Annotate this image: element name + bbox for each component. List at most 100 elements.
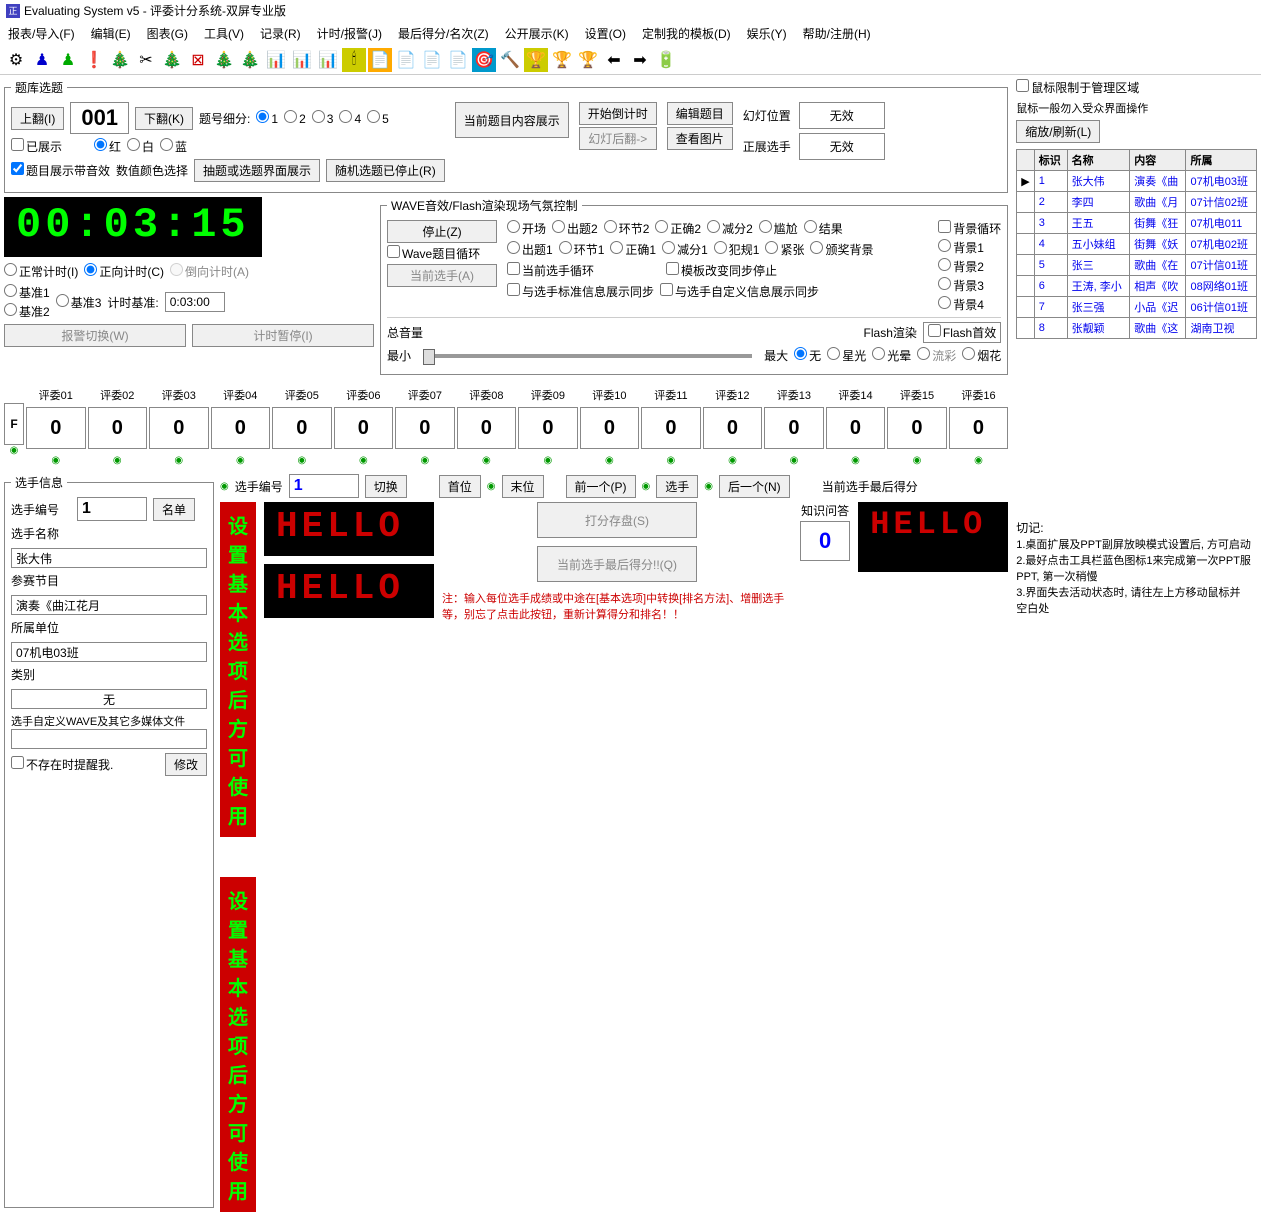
select-button[interactable]: 选手 <box>656 475 698 498</box>
alarm-button[interactable]: 报警切换(W) <box>4 324 186 347</box>
detail-opt[interactable]: 4 <box>339 110 361 126</box>
view-picture-button[interactable]: 查看图片 <box>667 127 733 150</box>
wave-opt[interactable]: 犯规1 <box>714 241 760 258</box>
menu-item[interactable]: 工具(V) <box>200 23 248 44</box>
judge-score[interactable]: 0 <box>764 407 824 449</box>
menu-item[interactable]: 计时/报警(J) <box>313 23 386 44</box>
detail-opt[interactable]: 1 <box>256 110 278 126</box>
menu-item[interactable]: 娱乐(Y) <box>743 23 791 44</box>
mid-player-no-input[interactable] <box>289 474 359 498</box>
bg4[interactable]: 背景4 <box>938 296 1001 313</box>
tool-icon[interactable]: ♟ <box>30 48 54 72</box>
table-row[interactable]: 7张三强小品《迟06计信01班 <box>1017 297 1257 318</box>
tool-icon[interactable]: 🏆 <box>550 48 574 72</box>
base1[interactable]: 基准1 <box>4 284 50 301</box>
shown-checkbox[interactable]: 已展示 <box>11 138 62 155</box>
flash-opt[interactable]: 无 <box>794 347 821 364</box>
prev-button[interactable]: 前一个(P) <box>566 475 636 498</box>
tool-icon[interactable]: ❗ <box>82 48 106 72</box>
tool-icon[interactable]: 📄 <box>420 48 444 72</box>
wave-opt[interactable]: 正确1 <box>610 241 656 258</box>
flash-opt[interactable]: 光晕 <box>872 347 911 364</box>
table-row[interactable]: 5张三歌曲《在07计信01班 <box>1017 255 1257 276</box>
stop-button[interactable]: 停止(Z) <box>387 220 497 243</box>
detail-opt[interactable]: 2 <box>284 110 306 126</box>
arrow-left-icon[interactable]: ⬅ <box>602 48 626 72</box>
table-row[interactable]: 6王涛, 李小相声《吹08网络01班 <box>1017 276 1257 297</box>
player-unit-input[interactable] <box>11 642 207 662</box>
judge-score[interactable]: 0 <box>149 407 209 449</box>
menu-item[interactable]: 记录(R) <box>256 23 305 44</box>
judge-score[interactable]: 0 <box>211 407 271 449</box>
color-white[interactable]: 白 <box>127 138 154 155</box>
timer-normal[interactable]: 正常计时(I) <box>4 263 78 280</box>
tool-icon[interactable]: 🕯 <box>342 48 366 72</box>
zoom-refresh-button[interactable]: 缩放/刷新(L) <box>1016 120 1100 143</box>
next-button[interactable]: 后一个(N) <box>719 475 790 498</box>
last-button[interactable]: 末位 <box>502 475 544 498</box>
player-item-input[interactable] <box>11 595 207 615</box>
pause-button[interactable]: 计时暂停(I) <box>192 324 374 347</box>
wave-opt[interactable]: 结果 <box>804 220 843 237</box>
wave-opt[interactable]: 紧张 <box>765 241 804 258</box>
tool-icon[interactable]: 🏆 <box>576 48 600 72</box>
judge-score[interactable]: 0 <box>334 407 394 449</box>
tpl-stop-checkbox[interactable]: 模板改变同步停止 <box>666 262 777 279</box>
menu-item[interactable]: 图表(G) <box>143 23 192 44</box>
wave-opt[interactable]: 出题2 <box>552 220 598 237</box>
noexist-checkbox[interactable]: 不存在时提醒我. <box>11 756 113 773</box>
menu-item[interactable]: 帮助/注册(H) <box>799 23 875 44</box>
tool-icon[interactable]: 🎄 <box>212 48 236 72</box>
color-red[interactable]: 红 <box>94 138 121 155</box>
timer-reverse[interactable]: 倒向计时(A) <box>170 263 249 280</box>
judge-score[interactable]: 0 <box>826 407 886 449</box>
judge-score[interactable]: 0 <box>703 407 763 449</box>
tool-icon[interactable]: 📊 <box>264 48 288 72</box>
tool-icon[interactable]: 🎄 <box>238 48 262 72</box>
table-row[interactable]: 8张靓颖歌曲《这湖南卫视 <box>1017 318 1257 339</box>
cur-loop-checkbox[interactable]: 当前选手循环 <box>507 262 594 279</box>
judge-score[interactable]: 0 <box>26 407 86 449</box>
current-question-button[interactable]: 当前题目内容展示 <box>455 102 569 138</box>
tool-icon[interactable]: ⚙ <box>4 48 28 72</box>
menu-item[interactable]: 公开展示(K) <box>501 23 573 44</box>
current-player-button[interactable]: 当前选手(A) <box>387 264 497 287</box>
tool-icon[interactable]: 🎄 <box>160 48 184 72</box>
judge-score[interactable]: 0 <box>88 407 148 449</box>
bg-loop-checkbox[interactable]: 背景循环 <box>938 220 1001 237</box>
random-button[interactable]: 随机选题已停止(R) <box>326 159 445 182</box>
page-down-button[interactable]: 下翻(K) <box>135 107 193 130</box>
list-button[interactable]: 名单 <box>153 498 195 521</box>
table-row[interactable]: 4五小妹组街舞《妖07机电02班 <box>1017 234 1257 255</box>
judge-score[interactable]: 0 <box>457 407 517 449</box>
modify-button[interactable]: 修改 <box>165 753 207 776</box>
tool-icon[interactable]: 📊 <box>316 48 340 72</box>
judge-score[interactable]: 0 <box>518 407 578 449</box>
wave-opt[interactable]: 颁奖背景 <box>810 241 873 258</box>
tool-icon[interactable]: 🎯 <box>472 48 496 72</box>
menu-item[interactable]: 定制我的模板(D) <box>638 23 735 44</box>
bg3[interactable]: 背景3 <box>938 277 1001 294</box>
sync2-checkbox[interactable]: 与选手自定义信息展示同步 <box>660 283 819 300</box>
custom-wave-input[interactable] <box>11 729 207 749</box>
final-score-button[interactable]: 当前选手最后得分!!(Q) <box>537 546 697 582</box>
detail-opt[interactable]: 5 <box>367 110 389 126</box>
tool-icon[interactable]: 🔨 <box>498 48 522 72</box>
flash-opt[interactable]: 烟花 <box>962 347 1001 364</box>
base2[interactable]: 基准2 <box>4 303 50 320</box>
flash-opt[interactable]: 星光 <box>827 347 866 364</box>
effect-checkbox[interactable]: 题目展示带音效 <box>11 162 110 179</box>
player-name-input[interactable] <box>11 548 207 568</box>
base-value-input[interactable] <box>165 292 225 312</box>
mouse-lock-checkbox[interactable]: 鼠标限制于管理区域 <box>1016 81 1139 95</box>
judge-score[interactable]: 0 <box>580 407 640 449</box>
wave-opt[interactable]: 正确2 <box>655 220 701 237</box>
wave-opt[interactable]: 出题1 <box>507 241 553 258</box>
start-timer-button[interactable]: 开始倒计时 <box>579 102 657 125</box>
judge-score[interactable]: 0 <box>887 407 947 449</box>
tool-icon[interactable]: 🎄 <box>108 48 132 72</box>
edit-question-button[interactable]: 编辑题目 <box>667 102 733 125</box>
switch-button[interactable]: 切换 <box>365 475 407 498</box>
detail-opt[interactable]: 3 <box>312 110 334 126</box>
wave-opt[interactable]: 减分2 <box>707 220 753 237</box>
